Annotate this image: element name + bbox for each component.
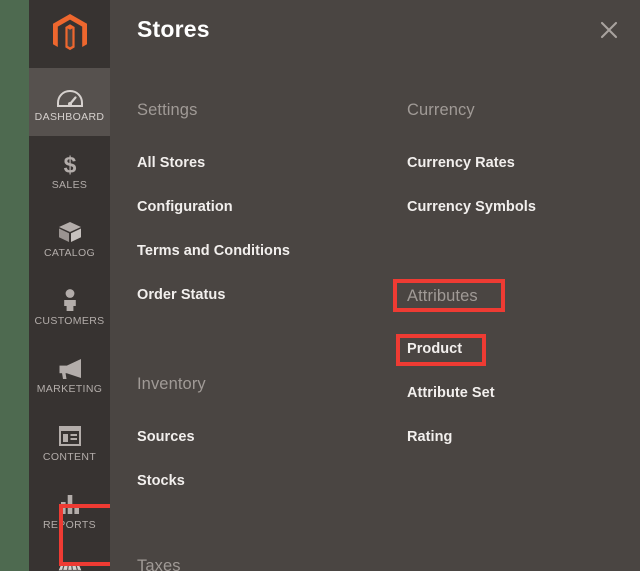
menu-item-product[interactable]: Product — [407, 341, 462, 357]
menu-item-currency-rates[interactable]: Currency Rates — [407, 155, 515, 171]
group-title-settings: Settings — [137, 101, 198, 119]
sidebar-item-label: CUSTOMERS — [34, 314, 105, 327]
close-icon[interactable] — [594, 15, 624, 45]
menu-item-attribute-set[interactable]: Attribute Set — [407, 385, 495, 401]
group-title-taxes: Taxes — [137, 557, 181, 571]
sidebar-item-reports[interactable]: REPORTS — [29, 476, 110, 544]
sidebar-item-catalog[interactable]: CATALOG — [29, 204, 110, 272]
group-title-currency: Currency — [407, 101, 475, 119]
page-layout-icon — [57, 422, 83, 448]
sidebar-item-customers[interactable]: CUSTOMERS — [29, 272, 110, 340]
megaphone-icon — [57, 354, 83, 380]
bar-chart-icon — [57, 490, 83, 516]
sidebar-item-label: CONTENT — [42, 450, 97, 463]
dollar-sign-icon: $ — [57, 150, 83, 176]
sidebar-item-dashboard[interactable]: DASHBOARD — [29, 68, 110, 136]
person-icon — [57, 286, 83, 312]
menu-item-order-status[interactable]: Order Status — [137, 287, 225, 303]
box-icon — [57, 218, 83, 244]
menu-item-configuration[interactable]: Configuration — [137, 199, 233, 215]
sidebar-item-stores[interactable]: STORES — [29, 544, 110, 571]
group-title-inventory: Inventory — [137, 375, 206, 393]
sidebar-item-label: REPORTS — [42, 518, 97, 531]
sidebar-item-label: MARKETING — [36, 382, 103, 395]
page-title: Stores — [137, 16, 210, 42]
menu-item-rating[interactable]: Rating — [407, 429, 452, 445]
sidebar-item-sales[interactable]: $ SALES — [29, 136, 110, 204]
svg-text:$: $ — [63, 152, 76, 176]
menu-item-all-stores[interactable]: All Stores — [137, 155, 205, 171]
stores-flyout-panel: Stores Settings All Stores Configuration… — [110, 0, 640, 571]
group-title-attributes: Attributes — [407, 287, 478, 305]
menu-item-currency-symbols[interactable]: Currency Symbols — [407, 199, 536, 215]
menu-item-stocks[interactable]: Stocks — [137, 473, 185, 489]
sidebar-item-marketing[interactable]: MARKETING — [29, 340, 110, 408]
menu-item-sources[interactable]: Sources — [137, 429, 195, 445]
dashboard-gauge-icon — [56, 82, 83, 108]
sidebar-item-label: CATALOG — [43, 246, 96, 259]
panel-header: Stores — [110, 0, 640, 62]
admin-page: DASHBOARD $ SALES CATALOG CUSTOMERS MARK… — [0, 0, 640, 571]
magento-logo-icon — [52, 14, 87, 54]
sidebar-item-content[interactable]: CONTENT — [29, 408, 110, 476]
sidebar-item-label: DASHBOARD — [34, 110, 105, 123]
magento-logo[interactable] — [29, 0, 110, 68]
menu-item-terms-and-conditions[interactable]: Terms and Conditions — [137, 243, 290, 259]
admin-sidebar: DASHBOARD $ SALES CATALOG CUSTOMERS MARK… — [29, 0, 110, 571]
sidebar-item-label: SALES — [51, 178, 88, 191]
storefront-icon — [57, 558, 83, 571]
